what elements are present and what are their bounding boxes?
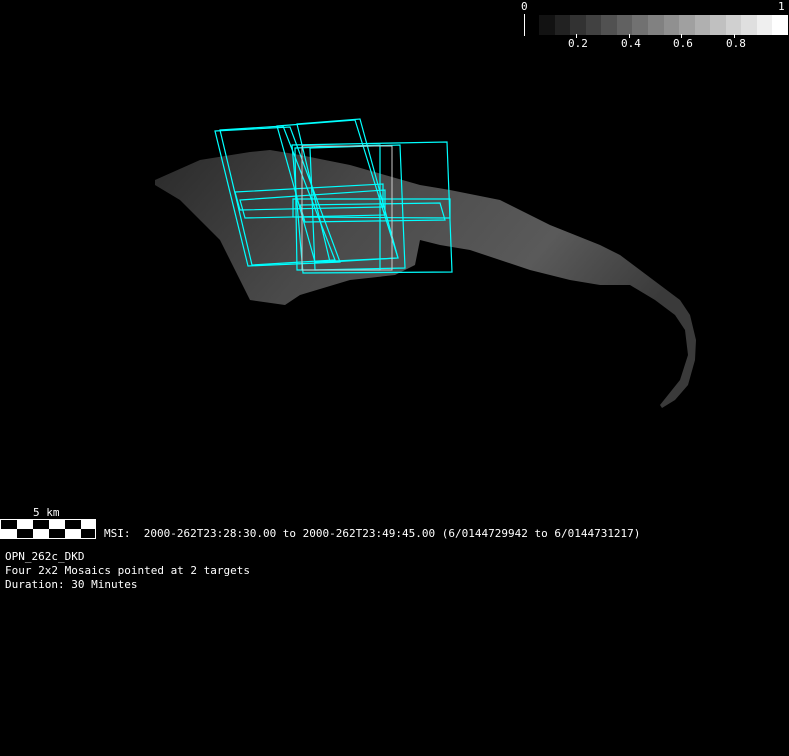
colorbar-step [554, 15, 571, 35]
sequence-name: OPN_262c_DKD [5, 550, 85, 563]
scale-bar-checker [0, 519, 96, 539]
colorbar-step [772, 15, 789, 35]
asteroid-view [155, 118, 696, 408]
colorbar-step [601, 15, 618, 35]
sequence-description: Four 2x2 Mosaics pointed at 2 targets [5, 564, 251, 577]
colorbar-tick-label: 0.4 [621, 37, 641, 50]
colorbar-tick-label: 0.2 [568, 37, 588, 50]
sequence-duration: Duration: 30 Minutes [5, 578, 138, 591]
colorbar-step [756, 15, 773, 35]
colorbar-step [632, 15, 649, 35]
colorbar-step [585, 15, 602, 35]
colorbar-tick-label: 0.8 [726, 37, 746, 50]
colorbar-step [663, 15, 680, 35]
colorbar-min-label: 0 [521, 0, 528, 13]
instrument-time-range: MSI: 2000-262T23:28:30.00 to 2000-262T23… [104, 527, 641, 540]
colorbar-max-label: 1 [778, 0, 785, 13]
colorbar-step [539, 15, 555, 35]
colorbar-step [570, 15, 587, 35]
colorbar-step [710, 15, 727, 35]
colorbar-step [679, 15, 696, 35]
asteroid-shape [155, 150, 696, 408]
colorbar-step [647, 15, 664, 35]
colorbar-step [616, 15, 633, 35]
scale-bar-label: 5 km [33, 506, 60, 519]
colorbar-tick-label: 0.6 [673, 37, 693, 50]
colorbar-step [694, 15, 711, 35]
colorbar-step [741, 15, 758, 35]
colorbar-step [725, 15, 742, 35]
colorbar-left-tick [524, 14, 525, 36]
